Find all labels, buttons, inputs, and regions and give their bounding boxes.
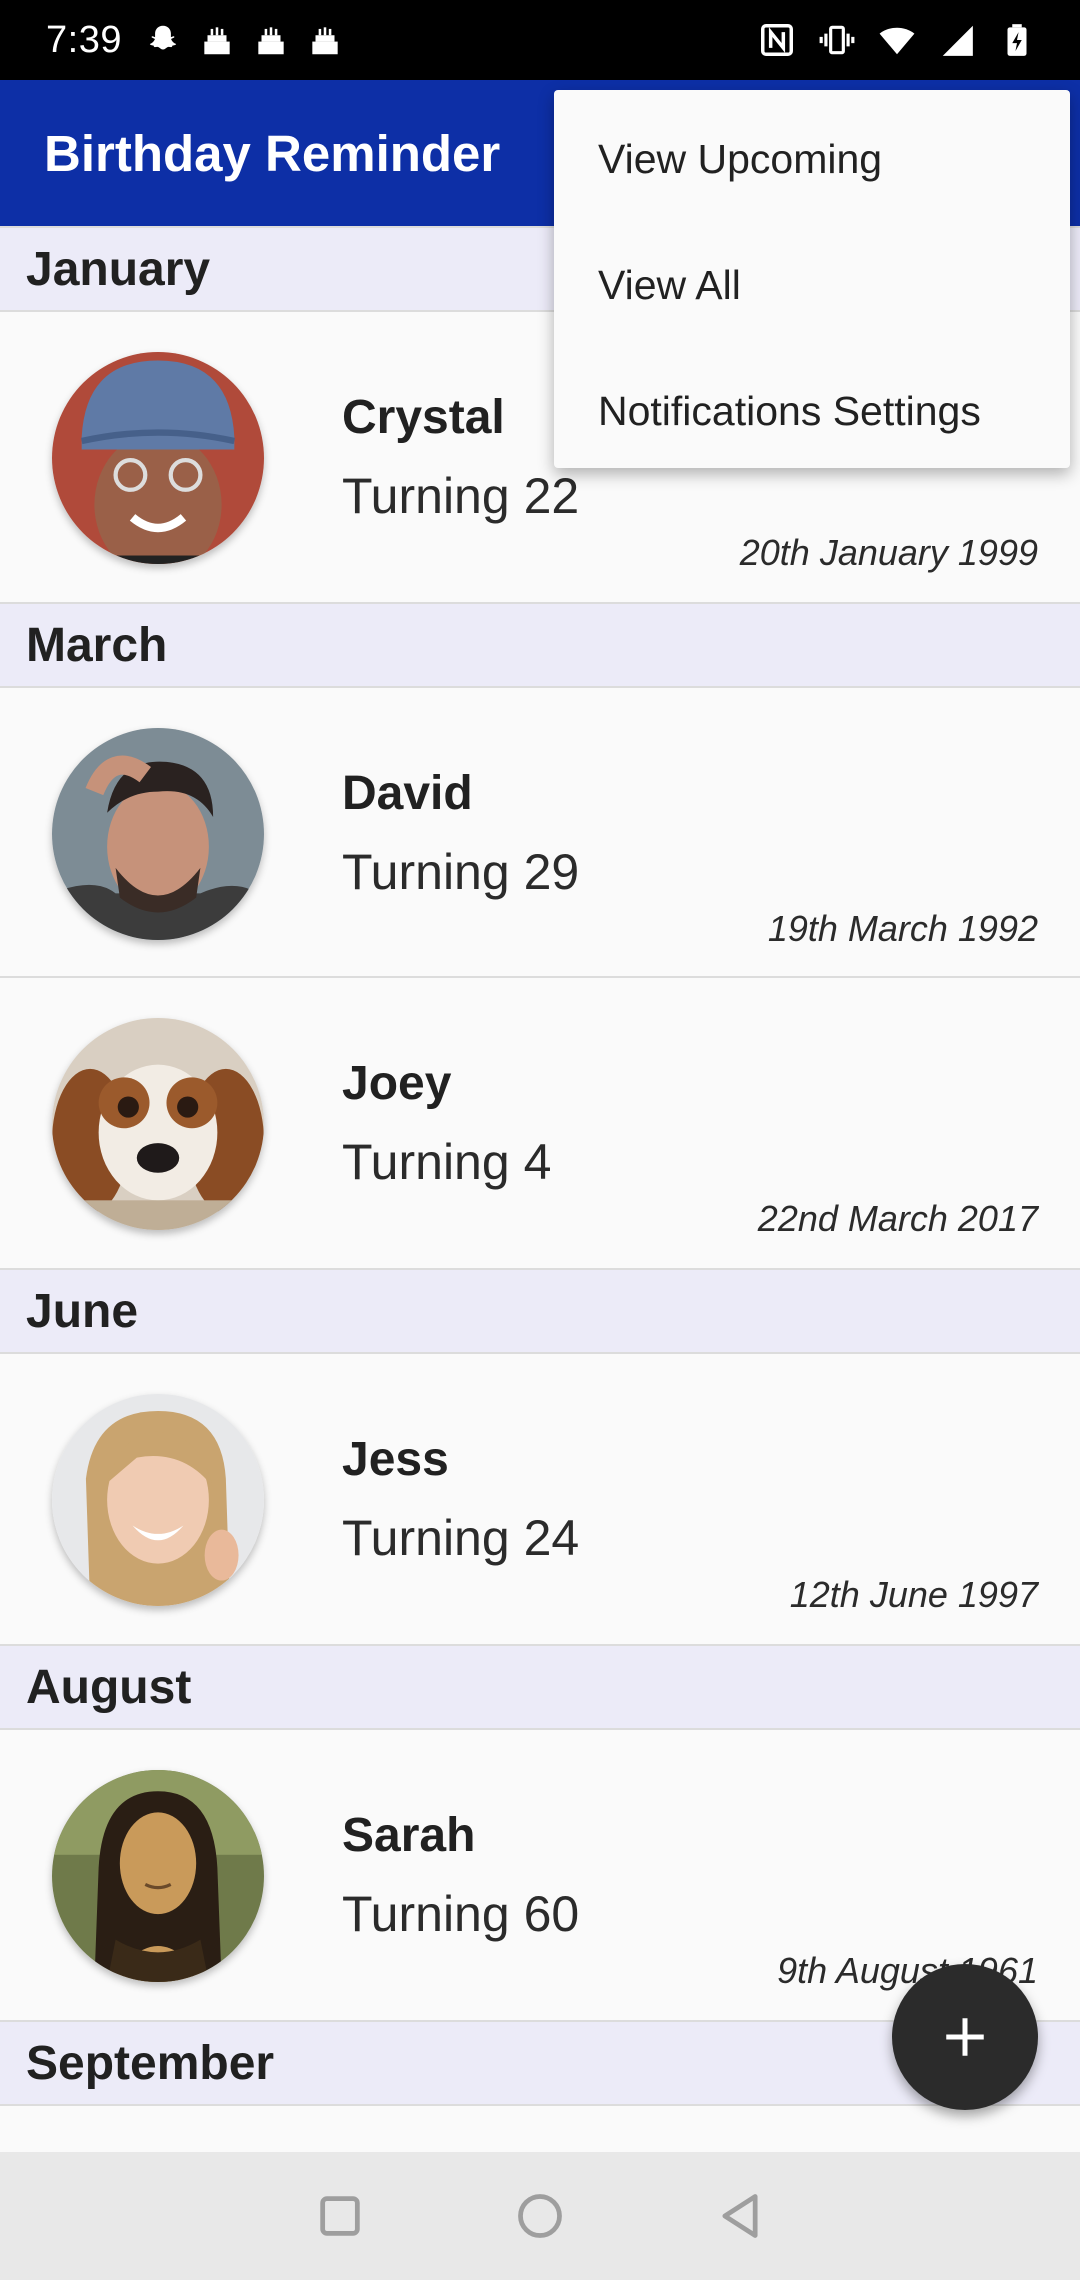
battery-charging-icon [998,21,1036,59]
vibrate-icon [818,21,856,59]
snapchat-icon [144,21,182,59]
person-birthdate: 19th March 1992 [767,908,1038,949]
recents-square-icon[interactable] [314,2190,366,2242]
birthday-list[interactable]: January Crystal Turning 22 20th January … [0,226,1080,2106]
menu-item-view-upcoming[interactable]: View Upcoming [554,96,1070,222]
home-circle-icon[interactable] [514,2190,566,2242]
cake-icon [306,21,344,59]
status-bar: 7:39 [0,0,1080,80]
avatar [52,1018,264,1230]
person-age: Turning 4 [342,1134,552,1190]
person-age: Turning 24 [342,1510,580,1566]
person-age: Turning 60 [342,1886,580,1942]
person-name: Jess [342,1433,449,1486]
cake-icon [252,21,290,59]
plus-icon [946,2018,984,2056]
list-item[interactable]: David Turning 29 19th March 1992 [0,688,1080,978]
status-time: 7:39 [46,18,122,61]
person-age: Turning 29 [342,844,580,900]
month-header-march: March [0,602,1080,688]
person-age: Turning 22 [342,468,580,524]
avatar [52,728,264,940]
month-header-august: August [0,1644,1080,1730]
person-name: Crystal [342,391,505,444]
add-birthday-button[interactable] [892,1964,1038,2110]
status-left: 7:39 [46,19,344,62]
person-name: Sarah [342,1809,476,1862]
wifi-icon [878,21,916,59]
navigation-bar [0,2152,1080,2280]
overflow-menu: View Upcoming View All Notifications Set… [554,90,1070,468]
list-item[interactable]: Jess Turning 24 12th June 1997 [0,1354,1080,1644]
notification-icons [144,21,344,59]
avatar [52,1394,264,1606]
person-birthdate: 22nd March 2017 [757,1198,1038,1239]
menu-item-view-all[interactable]: View All [554,222,1070,348]
person-birthdate: 20th January 1999 [739,532,1038,573]
list-item[interactable]: Sarah Turning 60 9th August 1961 [0,1730,1080,2020]
status-right [758,21,1036,59]
nfc-icon [758,21,796,59]
app-title: Birthday Reminder [44,124,501,182]
person-birthdate: 12th June 1997 [789,1574,1038,1615]
person-name: Joey [342,1057,452,1110]
person-name: David [342,767,473,820]
list-item[interactable]: Joey Turning 4 22nd March 2017 [0,978,1080,1268]
signal-icon [938,21,976,59]
avatar [52,352,264,564]
avatar [52,1770,264,1982]
back-triangle-icon[interactable] [714,2190,766,2242]
cake-icon [198,21,236,59]
month-header-june: June [0,1268,1080,1354]
menu-item-notifications-settings[interactable]: Notifications Settings [554,348,1070,474]
